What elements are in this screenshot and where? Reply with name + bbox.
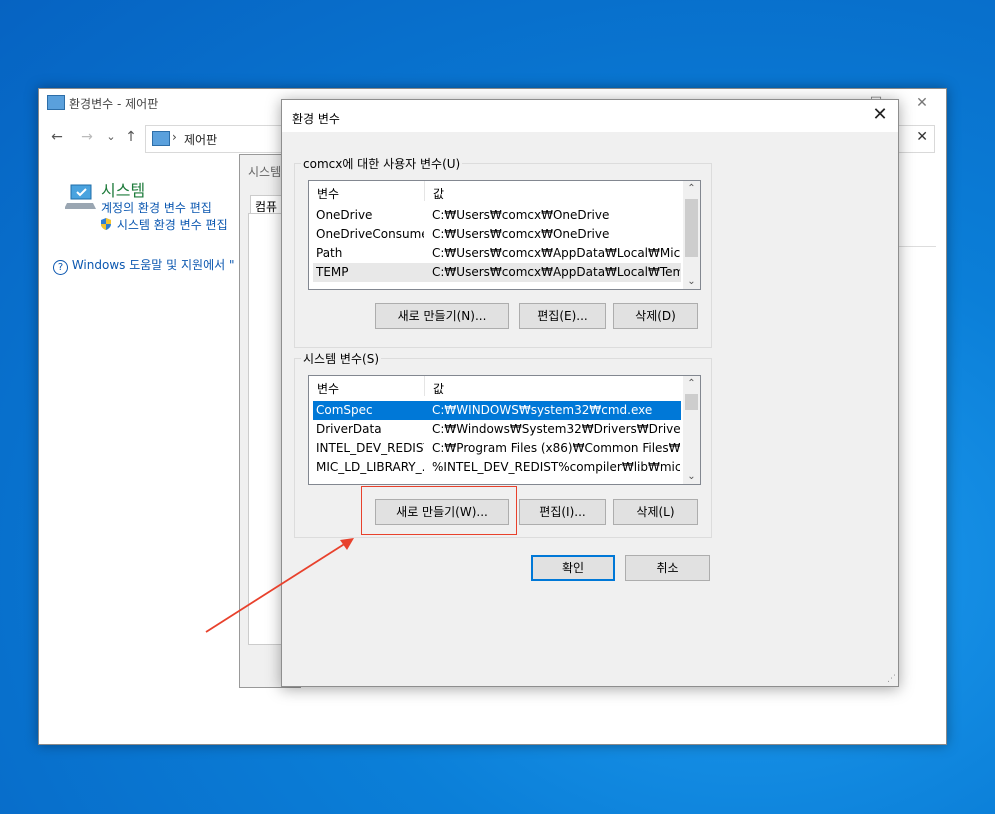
annotation-arrow-icon [205, 538, 354, 633]
